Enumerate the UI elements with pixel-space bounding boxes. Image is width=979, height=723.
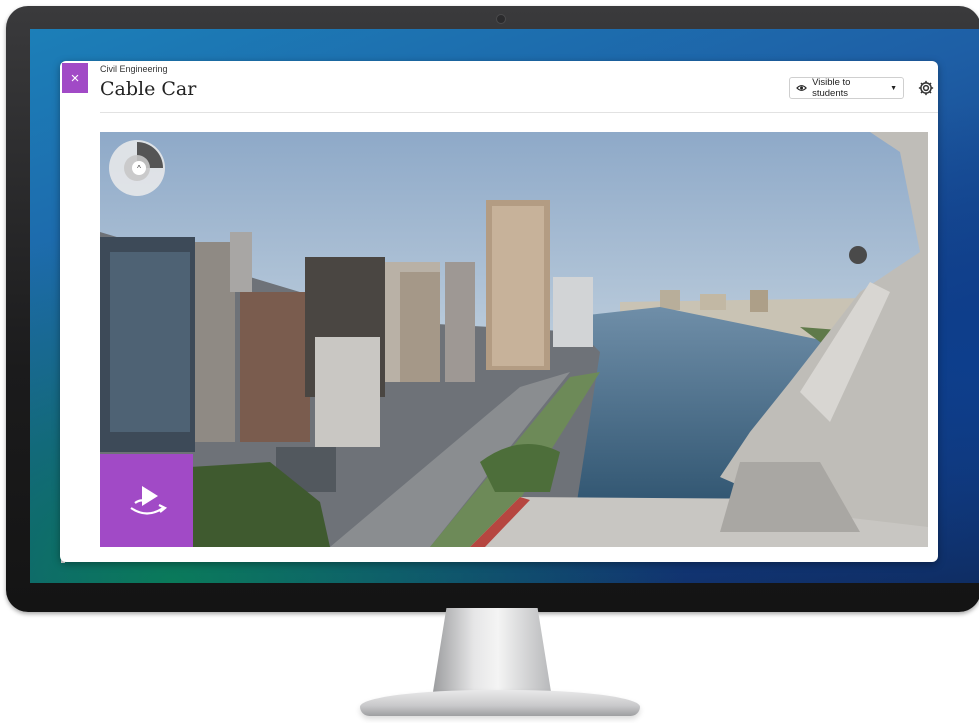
caret-down-icon: ▼ — [890, 84, 897, 92]
desktop-screen: × Civil Engineering Cable Car Visible to… — [30, 29, 979, 583]
compass-control[interactable]: ^ — [108, 139, 166, 197]
header-divider — [100, 112, 938, 113]
compass-reset-button[interactable]: ^ — [132, 161, 146, 175]
breadcrumb[interactable]: Civil Engineering — [100, 64, 168, 74]
city-panorama-image — [100, 132, 928, 547]
page-title: Cable Car — [100, 78, 197, 100]
monitor-stand-neck — [432, 608, 552, 698]
webcam — [496, 14, 506, 24]
visibility-dropdown[interactable]: Visible to students ▼ — [789, 77, 904, 99]
close-button[interactable]: × — [62, 63, 88, 93]
eye-icon — [796, 85, 807, 91]
play-360-button[interactable] — [100, 454, 193, 547]
monitor-stand-base — [360, 690, 640, 716]
panorama-viewer[interactable]: ^ — [100, 132, 928, 547]
gear-icon[interactable] — [917, 79, 935, 97]
content-panel: × Civil Engineering Cable Car Visible to… — [60, 61, 938, 562]
close-icon: × — [70, 69, 80, 87]
visibility-label: Visible to students — [812, 77, 851, 99]
play-360-icon — [129, 485, 167, 515]
